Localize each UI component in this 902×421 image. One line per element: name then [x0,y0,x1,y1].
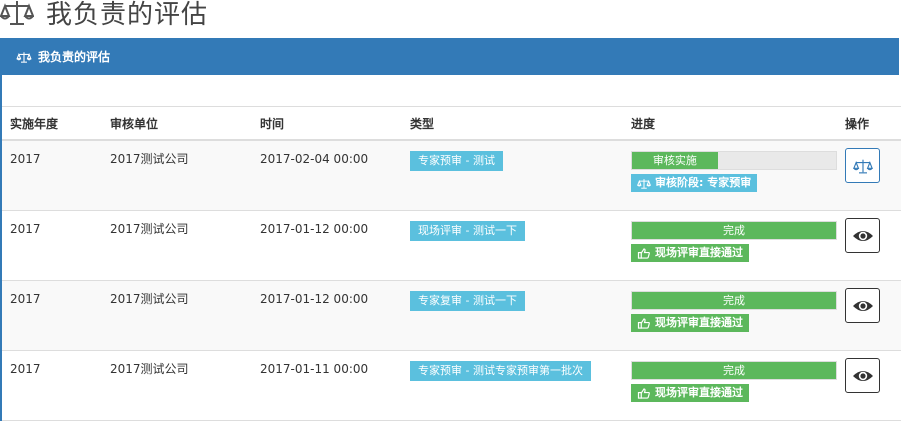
page-header: 我负责的评估 [0,0,208,32]
progress-bar: 完成 [631,221,837,240]
panel-heading: 我负责的评估 [2,38,899,75]
page-title: 我负责的评估 [46,0,209,30]
scale-icon [637,178,651,189]
table-row: 2017 2017测试公司 2017-01-12 00:00 专家复审 - 测试… [2,281,901,351]
assessment-panel: 我负责的评估 实施年度 审核单位 时间 类型 进度 操作 2017 2017测试… [0,38,901,421]
table-row: 2017 2017测试公司 2017-02-04 00:00 专家预审 - 测试… [2,141,901,211]
eye-icon [852,230,873,241]
progress-bar: 完成 [631,361,837,380]
table-body: 2017 2017测试公司 2017-02-04 00:00 专家预审 - 测试… [2,141,901,421]
status-badge: 现场评审直接通过 [631,244,749,262]
col-header-time: 时间 [260,116,285,131]
type-label: 专家预审 - 测试 [410,151,503,171]
type-label: 专家复审 - 测试一下 [410,291,525,311]
progress-bar-fill: 完成 [632,362,836,379]
table-row: 2017 2017测试公司 2017-01-12 00:00 现场评审 - 测试… [2,211,901,281]
cell-year: 2017 [10,152,41,166]
progress-bar-fill: 审核实施 [632,152,718,169]
status-text: 现场评审直接通过 [655,316,743,329]
table-row: 2017 2017测试公司 2017-01-11 00:00 专家预审 - 测试… [2,351,901,421]
col-header-year: 实施年度 [10,116,59,131]
eye-icon [852,300,873,311]
status-badge: 现场评审直接通过 [631,314,749,332]
cell-time: 2017-01-12 00:00 [260,222,369,236]
eye-icon [852,370,873,381]
status-text: 现场评审直接通过 [655,386,743,399]
progress-bar-fill: 完成 [632,222,836,239]
scale-icon [0,1,34,25]
table-header: 实施年度 审核单位 时间 类型 进度 操作 [2,106,901,141]
view-button[interactable] [845,358,880,393]
cell-year: 2017 [10,292,41,306]
cell-actions [845,288,901,323]
cell-unit: 2017测试公司 [110,362,189,376]
view-button[interactable] [845,218,880,253]
cell-actions [845,218,901,253]
scale-icon [16,51,32,63]
cell-time: 2017-01-11 00:00 [260,362,369,376]
thumbs-up-icon [637,247,650,259]
cell-year: 2017 [10,362,41,376]
panel-title: 我负责的评估 [38,50,111,64]
cell-actions [845,148,901,183]
cell-unit: 2017测试公司 [110,222,189,236]
cell-type: 专家复审 - 测试一下 [402,291,623,311]
cell-type: 现场评审 - 测试一下 [402,221,623,241]
progress-bar-fill: 完成 [632,292,836,309]
cell-progress: 审核实施 审核阶段: 专家预审 [623,151,845,193]
col-header-type: 类型 [410,116,435,131]
assess-button[interactable] [845,148,880,183]
assessment-table: 实施年度 审核单位 时间 类型 进度 操作 2017 2017测试公司 2017… [2,106,901,421]
cell-year: 2017 [10,222,41,236]
cell-unit: 2017测试公司 [110,152,189,166]
view-button[interactable] [845,288,880,323]
type-label: 现场评审 - 测试一下 [410,221,525,241]
status-text: 审核阶段: 专家预审 [655,176,752,189]
cell-unit: 2017测试公司 [110,292,189,306]
cell-progress: 完成 现场评审直接通过 [623,221,845,263]
col-header-progress: 进度 [631,116,656,131]
progress-bar: 审核实施 [631,151,837,170]
cell-type: 专家预审 - 测试专家预审第一批次 [402,361,623,381]
scale-icon [852,159,873,173]
cell-type: 专家预审 - 测试 [402,151,623,171]
progress-bar: 完成 [631,291,837,310]
status-text: 现场评审直接通过 [655,246,743,259]
thumbs-up-icon [637,387,650,399]
cell-progress: 完成 现场评审直接通过 [623,291,845,333]
cell-time: 2017-01-12 00:00 [260,292,369,306]
col-header-actions: 操作 [845,116,870,131]
cell-progress: 完成 现场评审直接通过 [623,361,845,403]
status-badge: 现场评审直接通过 [631,384,749,402]
status-badge: 审核阶段: 专家预审 [631,174,758,192]
thumbs-up-icon [637,317,650,329]
cell-time: 2017-02-04 00:00 [260,152,369,166]
col-header-unit: 审核单位 [110,116,159,131]
type-label: 专家预审 - 测试专家预审第一批次 [410,361,591,381]
cell-actions [845,358,901,393]
